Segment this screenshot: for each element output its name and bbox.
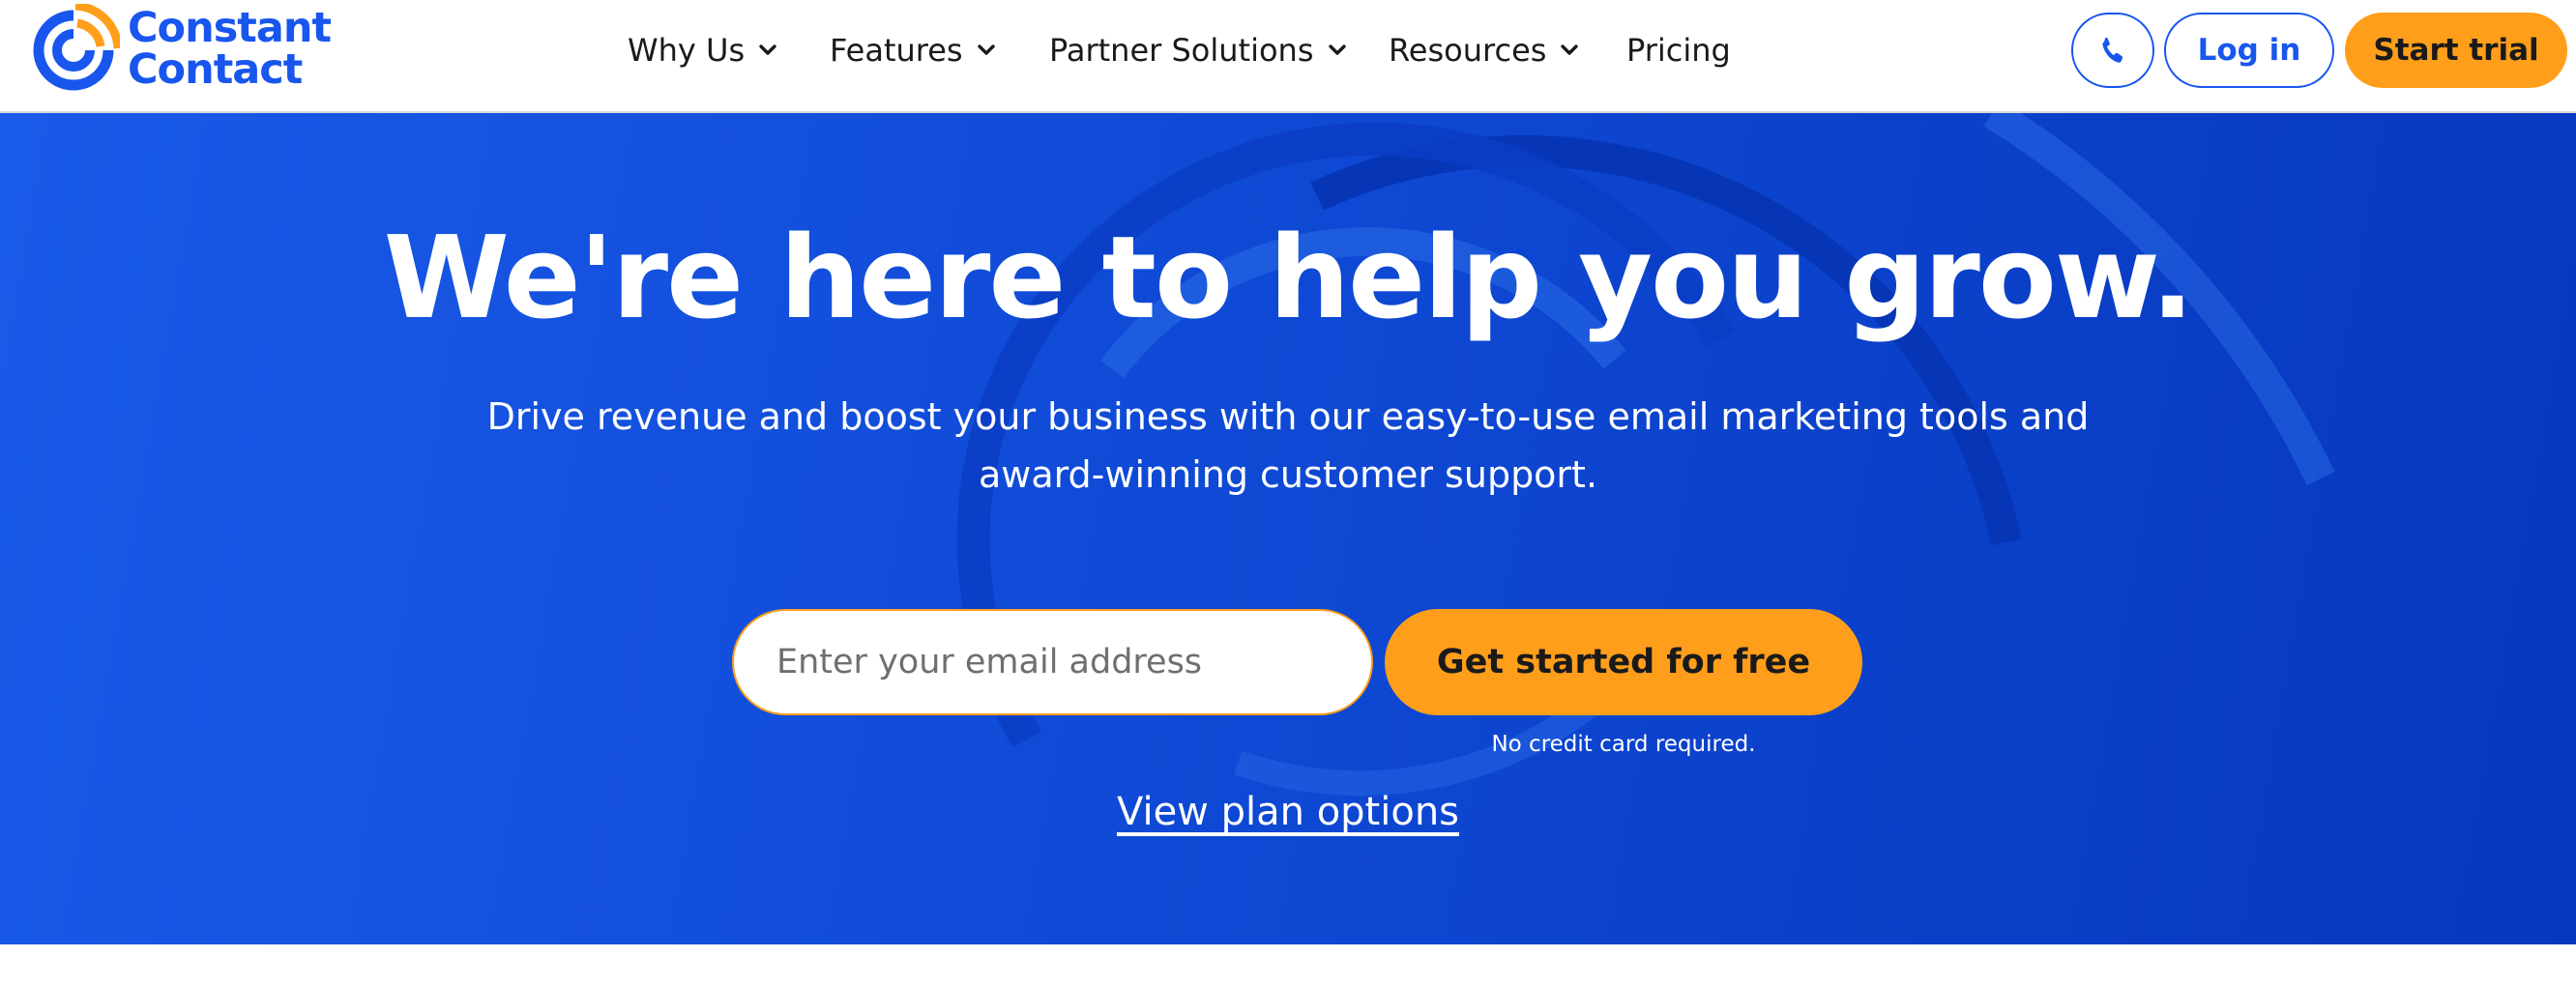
nav-item-pricing[interactable]: Pricing [1626,0,1731,101]
phone-icon [2102,37,2123,63]
hero-subcopy: Drive revenue and boost your business wi… [486,395,2090,496]
nav-item-label: Resources [1389,32,1547,69]
brand-logo[interactable]: Constant Contact [27,4,356,97]
start-trial-button[interactable]: Start trial [2345,13,2567,88]
hero-section: We're here to help you grow. Drive reven… [0,113,2576,944]
view-plan-options-container: View plan options [0,790,2576,834]
nav-item-label: Features [830,32,963,69]
nav-item-label: Pricing [1626,32,1731,69]
site-header: Constant Contact Why Us Features Partner… [0,0,2576,113]
chevron-down-icon [759,44,776,55]
brand-name-line1: Constant [128,4,332,52]
chevron-down-icon [1328,44,1346,55]
chevron-down-icon [1561,44,1579,55]
nav-item-resources[interactable]: Resources [1389,0,1581,101]
brand-name-line2: Contact [128,45,303,94]
no-credit-card-note: No credit card required. [1491,732,1756,757]
constant-contact-logo-icon [33,4,120,91]
get-started-button[interactable]: Get started for free [1385,609,1862,715]
nav-item-partner-solutions[interactable]: Partner Solutions [1049,0,1349,101]
hero-headline: We're here to help you grow. [383,211,2194,344]
login-button[interactable]: Log in [2164,13,2334,88]
nav-item-label: Why Us [628,32,746,69]
brand-name: Constant Contact [128,8,356,91]
email-input[interactable] [732,609,1373,715]
view-plan-options-link[interactable]: View plan options [1117,790,1459,834]
chevron-down-icon [977,44,995,55]
nav-item-label: Partner Solutions [1049,32,1314,69]
call-button[interactable] [2071,13,2154,88]
nav-item-features[interactable]: Features [830,0,998,101]
nav-item-why-us[interactable]: Why Us [628,0,779,101]
